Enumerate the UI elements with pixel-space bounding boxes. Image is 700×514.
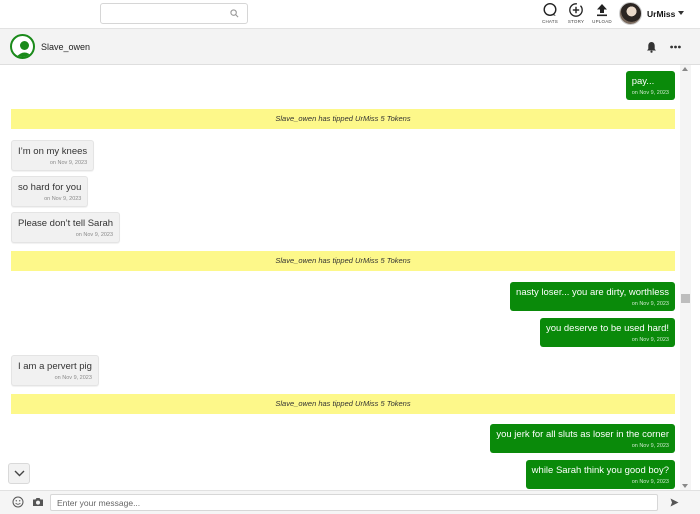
- message-date: on Nov 9, 2023: [631, 90, 669, 96]
- scroll-to-bottom-button[interactable]: [8, 463, 30, 484]
- message-incoming[interactable]: I’m on my knees on Nov 9, 2023: [11, 140, 95, 171]
- bell-icon[interactable]: [646, 41, 657, 53]
- scrollbar-thumb[interactable]: [681, 294, 690, 303]
- message-text: nasty loser... you are dirty, worthless: [516, 287, 669, 298]
- message-outgoing[interactable]: you jerk for all sluts as loser in the c…: [490, 424, 675, 453]
- message-text: you jerk for all sluts as loser in the c…: [496, 429, 669, 440]
- nav-chats-label: CHATS: [542, 19, 558, 24]
- message-incoming[interactable]: I am a pervert pig on Nov 9, 2023: [11, 355, 99, 386]
- chat-header: Slave_owen: [0, 29, 700, 65]
- message-incoming[interactable]: Please don’t tell Sarah on Nov 9, 2023: [11, 212, 121, 243]
- more-options-icon[interactable]: [670, 45, 681, 49]
- nav-story-button[interactable]: STORY: [563, 2, 589, 28]
- message-outgoing[interactable]: while Sarah think you good boy? on Nov 9…: [525, 460, 675, 489]
- message-date: on Nov 9, 2023: [75, 232, 114, 238]
- search-input[interactable]: [105, 5, 225, 24]
- scroll-up-arrow-icon[interactable]: [682, 67, 688, 71]
- message-text: you deserve to be used hard!: [545, 323, 669, 334]
- nav-upload-label: UPLOAD: [592, 19, 612, 24]
- message-date: on Nov 9, 2023: [631, 443, 669, 449]
- tip-notice: Slave_owen has tipped UrMiss 5 Tokens: [11, 394, 675, 414]
- nav-story-label: STORY: [567, 19, 585, 24]
- tip-notice: Slave_owen has tipped UrMiss 5 Tokens: [11, 251, 675, 271]
- upload-icon: [597, 4, 607, 17]
- message-date: on Nov 9, 2023: [54, 375, 92, 381]
- add-story-icon: [569, 3, 583, 17]
- camera-icon[interactable]: [32, 497, 44, 507]
- username-label[interactable]: UrMiss: [647, 9, 675, 19]
- contact-name[interactable]: Slave_owen: [41, 42, 90, 52]
- message-text: so hard for you: [18, 182, 82, 193]
- message-list: pay... on Nov 9, 2023 Slave_owen has tip…: [0, 65, 680, 490]
- message-text: pay...: [631, 76, 655, 87]
- message-text: while Sarah think you good boy?: [531, 465, 669, 476]
- message-date: on Nov 9, 2023: [631, 479, 669, 485]
- nav-upload-button[interactable]: UPLOAD: [589, 2, 615, 28]
- chevron-down-icon: [14, 470, 24, 477]
- default-user-icon: [16, 41, 33, 57]
- contact-avatar[interactable]: [10, 34, 35, 59]
- nav-chats-button[interactable]: CHATS: [537, 2, 563, 28]
- message-text: Please don’t tell Sarah: [18, 218, 114, 229]
- tip-notice: Slave_owen has tipped UrMiss 5 Tokens: [11, 109, 675, 129]
- message-date: on Nov 9, 2023: [631, 337, 669, 343]
- message-date: on Nov 9, 2023: [631, 301, 669, 307]
- send-icon[interactable]: [670, 498, 679, 507]
- message-incoming[interactable]: so hard for you on Nov 9, 2023: [11, 176, 89, 207]
- top-bar: CHATS STORY UPLOAD UrMiss: [0, 0, 700, 29]
- user-avatar[interactable]: [619, 2, 642, 25]
- message-input[interactable]: [50, 494, 658, 511]
- message-outgoing[interactable]: nasty loser... you are dirty, worthless …: [510, 282, 675, 311]
- message-outgoing[interactable]: pay... on Nov 9, 2023: [625, 71, 675, 100]
- message-date: on Nov 9, 2023: [44, 196, 82, 202]
- chat-bubble-icon: [543, 2, 557, 17]
- search-box[interactable]: [100, 3, 248, 24]
- chevron-down-icon[interactable]: [678, 11, 684, 15]
- scroll-down-arrow-icon[interactable]: [682, 484, 688, 488]
- message-text: I am a pervert pig: [18, 361, 92, 372]
- message-date: on Nov 9, 2023: [49, 160, 88, 166]
- emoji-icon[interactable]: [12, 496, 24, 508]
- message-scrollbar[interactable]: [680, 65, 691, 490]
- message-composer: [0, 490, 700, 514]
- message-text: I’m on my knees: [18, 146, 88, 157]
- message-outgoing[interactable]: you deserve to be used hard! on Nov 9, 2…: [539, 318, 675, 347]
- search-icon[interactable]: [230, 9, 239, 18]
